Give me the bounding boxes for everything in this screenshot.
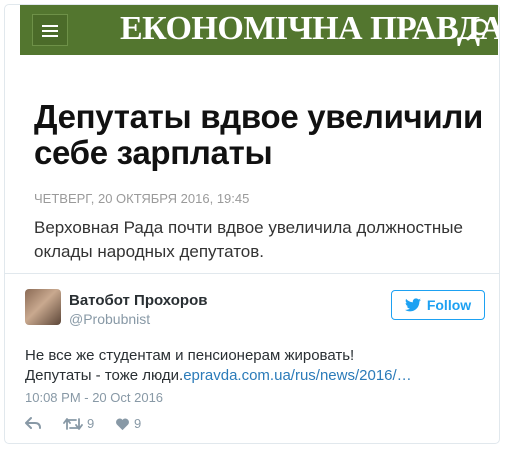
- author-name[interactable]: Ватобот Прохоров: [69, 292, 207, 309]
- like-count: 9: [134, 416, 142, 431]
- menu-button[interactable]: [32, 14, 68, 46]
- article-date: ЧЕТВЕРГ, 20 ОКТЯБРЯ 2016, 19:45: [34, 191, 250, 206]
- search-icon[interactable]: [465, 17, 491, 43]
- divider: [5, 273, 499, 274]
- menu-icon-bar: [42, 30, 58, 32]
- author-handle[interactable]: @Probubnist: [69, 311, 150, 327]
- embedded-tweet-card: ЕКОНОМІЧНА ПРАВДА Депутаты вдвое увеличи…: [4, 4, 500, 444]
- menu-icon-bar: [42, 25, 58, 27]
- heart-icon: [116, 418, 129, 430]
- tweet-timestamp[interactable]: 10:08 PM - 20 Oct 2016: [25, 390, 163, 405]
- reply-icon: [25, 417, 41, 429]
- tweet-text: Не все же студентам и пенсионерам жирова…: [25, 346, 495, 386]
- follow-label: Follow: [426, 297, 472, 313]
- twitter-bird-icon: [404, 298, 421, 312]
- like-button[interactable]: 9: [115, 416, 141, 431]
- retweet-icon: [63, 417, 83, 430]
- tweet-line-1: Не все же студентам и пенсионерам жирова…: [25, 347, 355, 364]
- site-logo[interactable]: ЕКОНОМІЧНА ПРАВДА: [120, 10, 498, 48]
- article-lead: Верховная Рада почти вдвое увеличила дол…: [34, 218, 463, 261]
- retweet-button[interactable]: 9: [63, 416, 94, 431]
- reply-button[interactable]: [25, 416, 41, 430]
- avatar[interactable]: [25, 289, 61, 325]
- tweet-line-2-prefix: Депутаты - тоже люди.: [25, 367, 184, 384]
- menu-icon-bar: [42, 35, 58, 37]
- article-title[interactable]: Депутаты вдвое увеличили себе зарплаты: [34, 99, 494, 171]
- tweet-link[interactable]: epravda.com.ua/rus/news/2016/…: [183, 367, 411, 384]
- site-header: ЕКОНОМІЧНА ПРАВДА: [20, 5, 498, 55]
- follow-button[interactable]: Follow: [391, 290, 485, 320]
- tweet-line-2: Депутаты - тоже люди.epravda.com.ua/rus/…: [25, 366, 495, 386]
- retweet-count: 9: [87, 416, 95, 431]
